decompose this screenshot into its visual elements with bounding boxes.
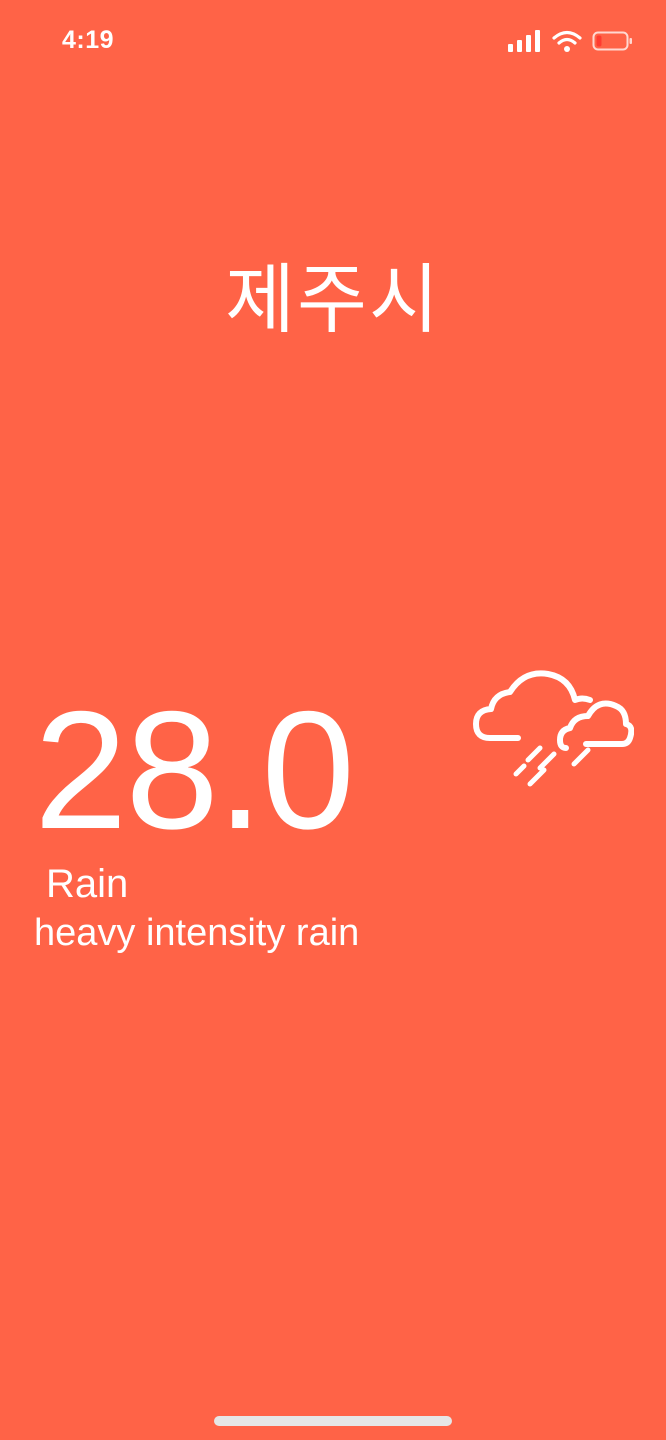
temperature-value: 28.0 <box>34 676 355 864</box>
home-indicator[interactable] <box>214 1416 452 1426</box>
battery-icon <box>592 31 632 51</box>
weather-condition: Rain <box>46 862 129 906</box>
status-bar: 4:19 <box>0 0 666 86</box>
cloud-rain-icon <box>473 670 634 787</box>
cellular-signal-icon <box>508 30 540 52</box>
city-name: 제주시 <box>225 258 441 343</box>
status-icons <box>508 30 634 52</box>
weather-description: heavy intensity rain <box>34 912 360 954</box>
wifi-icon <box>552 30 582 52</box>
status-time: 4:19 <box>62 26 115 54</box>
